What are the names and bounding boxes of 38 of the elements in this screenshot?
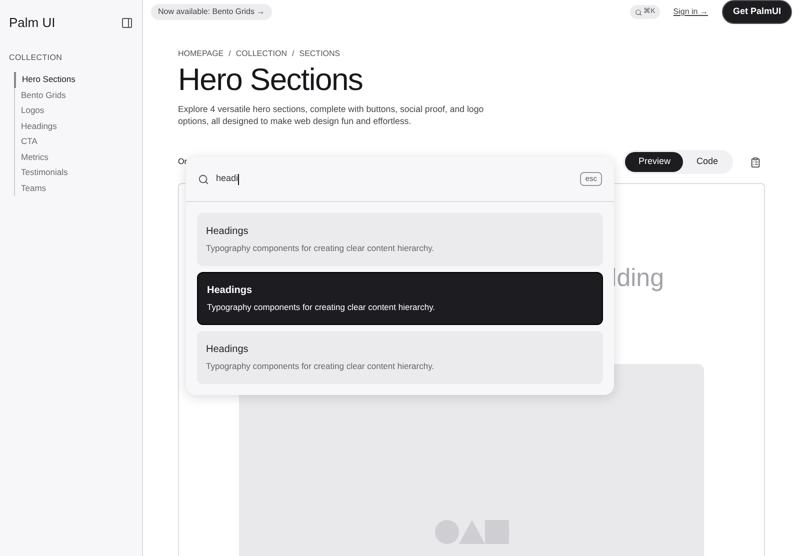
breadcrumb-item[interactable]: HOMEPAGE (178, 48, 224, 60)
page-title: Hero Sections (178, 62, 364, 98)
result-description: Typography components for creating clear content hierarchy. (206, 242, 436, 255)
search-result[interactable]: Headings Typography components for creating clear content hierarchy. (197, 213, 603, 266)
result-title: Headings (207, 284, 254, 298)
search-result[interactable]: Headings Typography components for creating clear content hierarchy. (197, 272, 603, 325)
sidebar-item[interactable]: Teams (15, 180, 142, 196)
view-tab[interactable]: Code (683, 152, 731, 172)
result-title: Headings (206, 225, 250, 240)
sidebar-item[interactable]: Bento Grids (15, 88, 142, 103)
sidebar-item[interactable]: CTA (15, 134, 142, 150)
shapes-icon (434, 520, 508, 544)
search-result[interactable]: Headings Typography components for creating clear content hierarchy. (197, 331, 603, 384)
sidebar-item[interactable]: Headings (15, 118, 142, 134)
search-icon (198, 174, 209, 184)
search-input[interactable]: headi (216, 172, 580, 186)
sign-in-link[interactable]: Sign in → (673, 6, 708, 18)
sidebar-item[interactable]: Testimonials (15, 165, 142, 180)
sidebar-item[interactable]: Hero Sections (14, 72, 142, 88)
search-icon (634, 8, 642, 16)
result-description: Typography components for creating clear content hierarchy. (206, 360, 436, 373)
sidebar-item[interactable]: Logos (15, 103, 142, 118)
get-palmui-button[interactable]: Get PalmUI (722, 0, 792, 24)
logo: Palm UI (9, 14, 56, 32)
breadcrumb-item[interactable]: COLLECTION (236, 48, 287, 60)
breadcrumb-item[interactable]: SECTIONS (299, 48, 340, 60)
result-title: Headings (206, 343, 250, 358)
breadcrumb-separator: / (292, 48, 294, 60)
result-description: Typography components for creating clear content hierarchy. (207, 301, 436, 314)
section-title: COLLECTION (8, 52, 64, 64)
clipboard-icon[interactable] (750, 156, 761, 168)
announcement-badge[interactable]: Now available: Bento Grids → (151, 4, 272, 20)
partial-label: Or (178, 156, 187, 168)
view-tab[interactable]: Preview (625, 152, 684, 172)
breadcrumb-separator: / (228, 48, 231, 60)
sidebar-item[interactable]: Metrics (15, 150, 142, 165)
page-description: Explore 4 versatile hero sections, complete with buttons, social proof, and logo options, all designed to make web design fun and effortless. (178, 103, 485, 127)
sidebar-toggle-icon[interactable] (121, 17, 133, 29)
